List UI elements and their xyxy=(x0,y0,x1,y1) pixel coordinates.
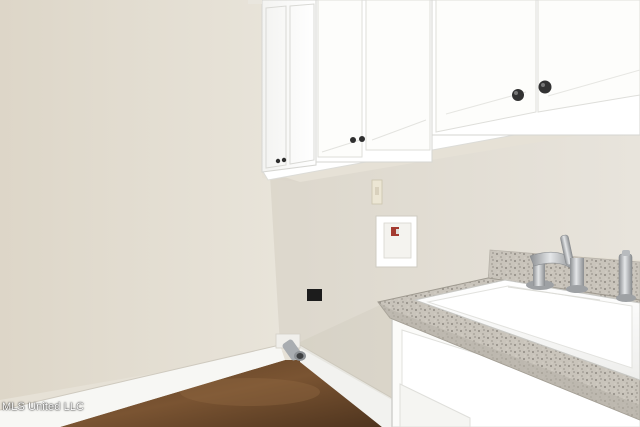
laundry-room-photo xyxy=(0,0,640,427)
left-wall xyxy=(0,0,300,400)
light-switch xyxy=(371,179,383,205)
washer-outlet-box xyxy=(375,215,418,268)
dryer-outlet xyxy=(307,289,322,301)
mls-watermark: MLS United LLC xyxy=(2,401,85,413)
